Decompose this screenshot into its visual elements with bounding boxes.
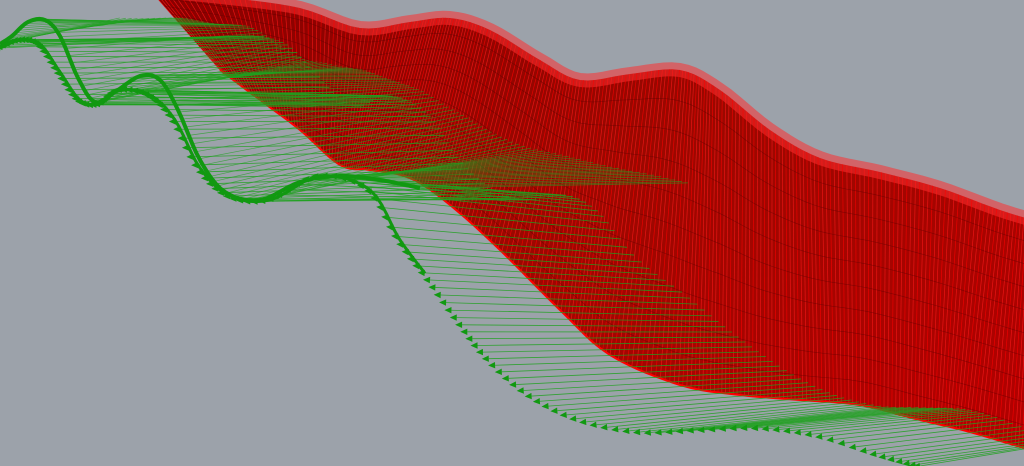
vector-arrow-head: [501, 375, 509, 382]
vector-arrow-head: [168, 118, 176, 125]
vector-arrow-head: [439, 299, 447, 306]
vector-arrow-head: [470, 342, 478, 349]
vector-arrow-head: [569, 415, 577, 422]
vector-arrow-head: [524, 392, 532, 400]
vector-arrow-head: [191, 161, 199, 169]
vector-arrow-head: [181, 144, 189, 151]
vector-arrow-head: [772, 426, 780, 433]
vector-arrow-head: [423, 276, 431, 284]
vector-arrow-head: [177, 135, 185, 142]
vector-arrow-head: [494, 368, 502, 375]
vector-arrow-head: [433, 291, 441, 299]
vector-arrow-head: [465, 335, 473, 342]
vector-arrow-head: [386, 224, 394, 231]
3d-viewport[interactable]: [0, 0, 1024, 466]
vector-arrow-head: [455, 321, 463, 328]
vector-arrow-head: [376, 204, 384, 211]
vector-arrow-head: [488, 362, 496, 369]
vector-arrow-head: [878, 453, 886, 460]
vector-arrow-head: [475, 348, 483, 356]
vector-arrow-head: [46, 59, 54, 66]
vector-arrow-head: [815, 433, 823, 440]
vector-arrow-head: [60, 80, 68, 88]
vector-arrow-head: [848, 443, 856, 450]
vector-arrow-head: [173, 126, 181, 133]
vector-arrow-head: [481, 355, 489, 362]
vector-arrow-head: [516, 387, 524, 394]
vector-arrow-head: [908, 461, 916, 466]
vector-arrow-head: [837, 439, 845, 447]
vector-arrow-head: [50, 64, 58, 71]
vector-arrow-head: [643, 429, 652, 436]
vector-arrow-head: [186, 153, 194, 160]
vector-arrow-head: [428, 284, 436, 291]
vector-arrow-head: [57, 75, 65, 82]
vector-arrow-head: [532, 398, 541, 405]
vector-arrow-head: [579, 418, 587, 426]
vector-arrow-head: [826, 436, 834, 443]
vector-arrow-head: [396, 241, 404, 248]
vector-arrow-head: [449, 314, 457, 321]
vector-line: [28, 38, 275, 41]
vector-arrow-head: [53, 69, 61, 77]
vector-arrow-head: [43, 53, 50, 60]
vector-arrow-head: [550, 407, 558, 414]
vector-arrow-head: [391, 233, 399, 240]
vector-arrow-head: [541, 402, 549, 410]
vector-arrow-head: [559, 411, 567, 418]
vector-arrow-head: [869, 450, 877, 457]
wave-surface-render: [0, 0, 1024, 466]
vector-arrow-head: [460, 328, 468, 335]
vector-arrow-head: [600, 424, 608, 431]
vector-arrow-head: [887, 455, 895, 463]
vector-arrow-head: [509, 381, 517, 388]
vector-arrow-head: [64, 86, 72, 93]
vector-arrow-head: [859, 447, 867, 454]
vector-arrow-head: [381, 214, 389, 221]
vector-arrow-head: [444, 307, 452, 314]
vector-arrow-head: [589, 421, 597, 428]
